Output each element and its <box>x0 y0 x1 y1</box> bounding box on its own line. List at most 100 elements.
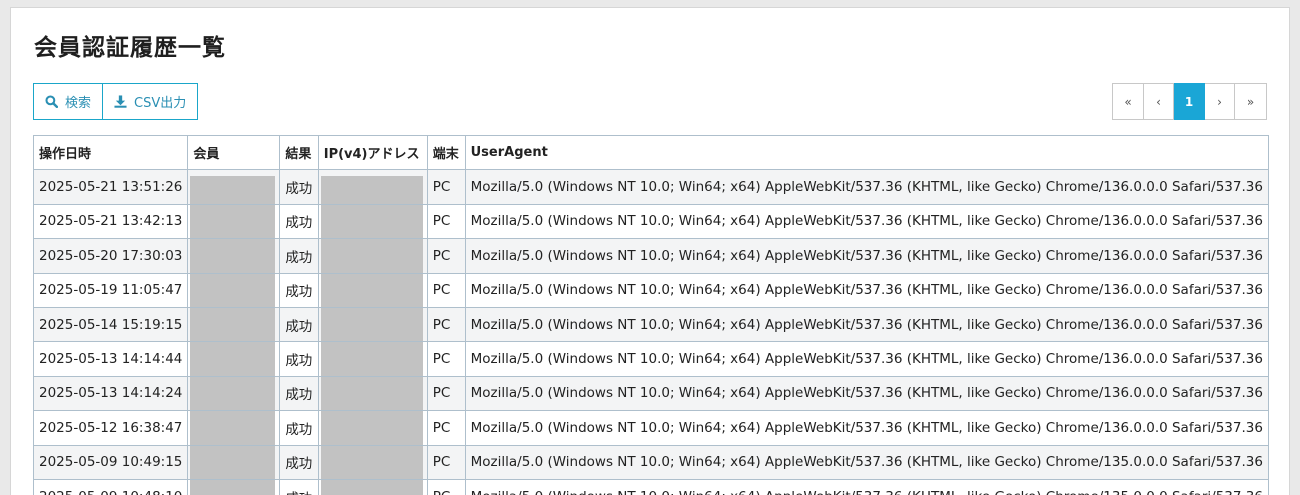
redaction-block <box>320 239 423 273</box>
cell-ip-redacted <box>317 306 428 343</box>
redaction-block <box>320 377 423 410</box>
cell-device: PC <box>426 272 466 308</box>
column-header-device[interactable]: 端末 <box>426 134 466 171</box>
search-icon <box>45 95 58 108</box>
redaction-block <box>190 239 276 273</box>
column-header-ip[interactable]: IP(v4)アドレス <box>317 134 428 171</box>
cell-useragent: Mozilla/5.0 (Windows NT 10.0; Win64; x64… <box>464 341 1270 377</box>
cell-device: PC <box>426 203 466 240</box>
cell-ip-redacted <box>317 375 428 412</box>
cell-member-redacted <box>187 478 281 495</box>
cell-useragent: Mozilla/5.0 (Windows NT 10.0; Win64; x64… <box>464 169 1270 205</box>
cell-member-redacted <box>187 375 281 412</box>
table-header-row: 操作日時 会員 結果 IP(v4)アドレス 端末 UserAgent <box>32 134 1270 171</box>
cell-useragent: Mozilla/5.0 (Windows NT 10.0; Win64; x64… <box>464 272 1270 308</box>
table-row: 2025-05-09 10:48:10 成功 PC Mozilla/5.0 (W… <box>32 478 1270 495</box>
cell-ip-redacted <box>317 272 428 308</box>
cell-datetime: 2025-05-12 16:38:47 <box>32 410 189 446</box>
table-row: 2025-05-20 17:30:03 成功 PC Mozilla/5.0 (W… <box>32 238 1270 274</box>
cell-member-redacted <box>187 341 281 377</box>
pagination-last[interactable]: » <box>1235 83 1267 120</box>
redaction-block <box>320 342 423 376</box>
cell-ip-redacted <box>317 238 428 274</box>
cell-device: PC <box>426 341 466 377</box>
table-row: 2025-05-21 13:51:26 成功 PC Mozilla/5.0 (W… <box>32 169 1270 205</box>
cell-datetime: 2025-05-13 14:14:44 <box>32 341 189 377</box>
cell-result: 成功 <box>279 169 319 205</box>
redaction-block <box>320 176 423 204</box>
csv-export-button[interactable]: CSV出力 <box>103 83 199 120</box>
redaction-block <box>190 411 276 445</box>
cell-ip-redacted <box>317 341 428 377</box>
cell-result: 成功 <box>279 306 319 343</box>
cell-result: 成功 <box>279 410 319 446</box>
search-button[interactable]: 検索 <box>33 83 104 120</box>
cell-member-redacted <box>187 306 281 343</box>
cell-useragent: Mozilla/5.0 (Windows NT 10.0; Win64; x64… <box>464 306 1270 343</box>
cell-member-redacted <box>187 444 281 480</box>
pagination-current-page[interactable]: 1 <box>1174 83 1205 120</box>
cell-member-redacted <box>187 238 281 274</box>
cell-device: PC <box>426 478 466 495</box>
pagination-first[interactable]: « <box>1112 83 1144 120</box>
redaction-block <box>320 480 423 495</box>
redaction-block <box>320 446 423 479</box>
cell-device: PC <box>426 410 466 446</box>
cell-result: 成功 <box>279 203 319 240</box>
cell-member-redacted <box>187 203 281 240</box>
cell-member-redacted <box>187 272 281 308</box>
cell-member-redacted <box>187 410 281 446</box>
cell-datetime: 2025-05-21 13:51:26 <box>32 169 189 205</box>
cell-device: PC <box>426 306 466 343</box>
cell-member-redacted <box>187 169 281 205</box>
download-icon <box>114 95 127 108</box>
redaction-block <box>190 176 276 204</box>
column-header-datetime[interactable]: 操作日時 <box>32 134 189 171</box>
cell-device: PC <box>426 375 466 412</box>
column-header-result[interactable]: 結果 <box>279 134 319 171</box>
cell-useragent: Mozilla/5.0 (Windows NT 10.0; Win64; x64… <box>464 410 1270 446</box>
redaction-block <box>320 205 423 238</box>
pagination-prev[interactable]: ‹ <box>1144 83 1174 120</box>
cell-result: 成功 <box>279 341 319 377</box>
cell-ip-redacted <box>317 203 428 240</box>
cell-device: PC <box>426 238 466 274</box>
cell-result: 成功 <box>279 478 319 495</box>
table-row: 2025-05-21 13:42:13 成功 PC Mozilla/5.0 (W… <box>32 203 1270 240</box>
cell-datetime: 2025-05-20 17:30:03 <box>32 238 189 274</box>
column-header-member[interactable]: 会員 <box>187 134 281 171</box>
table-row: 2025-05-09 10:49:15 成功 PC Mozilla/5.0 (W… <box>32 444 1270 480</box>
cell-ip-redacted <box>317 410 428 446</box>
csv-export-button-label: CSV出力 <box>134 96 187 111</box>
redaction-block <box>190 274 276 307</box>
main-panel: 会員認証履歴一覧 検索 CSV出力 « ‹ 1 › » 操作日時 会員 結果 I… <box>10 7 1290 495</box>
column-header-useragent[interactable]: UserAgent <box>464 134 1270 171</box>
table-row: 2025-05-13 14:14:44 成功 PC Mozilla/5.0 (W… <box>32 341 1270 377</box>
redaction-block <box>320 411 423 445</box>
redaction-block <box>320 274 423 307</box>
cell-ip-redacted <box>317 169 428 205</box>
cell-useragent: Mozilla/5.0 (Windows NT 10.0; Win64; x64… <box>464 238 1270 274</box>
cell-ip-redacted <box>317 478 428 495</box>
cell-useragent: Mozilla/5.0 (Windows NT 10.0; Win64; x64… <box>464 375 1270 412</box>
cell-result: 成功 <box>279 444 319 480</box>
cell-device: PC <box>426 169 466 205</box>
pagination-next[interactable]: › <box>1205 83 1235 120</box>
cell-datetime: 2025-05-09 10:49:15 <box>32 444 189 480</box>
cell-datetime: 2025-05-19 11:05:47 <box>32 272 189 308</box>
cell-useragent: Mozilla/5.0 (Windows NT 10.0; Win64; x64… <box>464 478 1270 495</box>
cell-result: 成功 <box>279 238 319 274</box>
table-row: 2025-05-13 14:14:24 成功 PC Mozilla/5.0 (W… <box>32 375 1270 412</box>
cell-useragent: Mozilla/5.0 (Windows NT 10.0; Win64; x64… <box>464 203 1270 240</box>
cell-ip-redacted <box>317 444 428 480</box>
table-row: 2025-05-19 11:05:47 成功 PC Mozilla/5.0 (W… <box>32 272 1270 308</box>
pagination: « ‹ 1 › » <box>1112 83 1267 120</box>
redaction-block <box>190 342 276 376</box>
cell-useragent: Mozilla/5.0 (Windows NT 10.0; Win64; x64… <box>464 444 1270 480</box>
cell-device: PC <box>426 444 466 480</box>
auth-history-table: 操作日時 会員 結果 IP(v4)アドレス 端末 UserAgent 2025-… <box>32 134 1270 495</box>
cell-datetime: 2025-05-14 15:19:15 <box>32 306 189 343</box>
table-row: 2025-05-14 15:19:15 成功 PC Mozilla/5.0 (W… <box>32 306 1270 343</box>
redaction-block <box>190 480 276 495</box>
redaction-block <box>190 377 276 410</box>
